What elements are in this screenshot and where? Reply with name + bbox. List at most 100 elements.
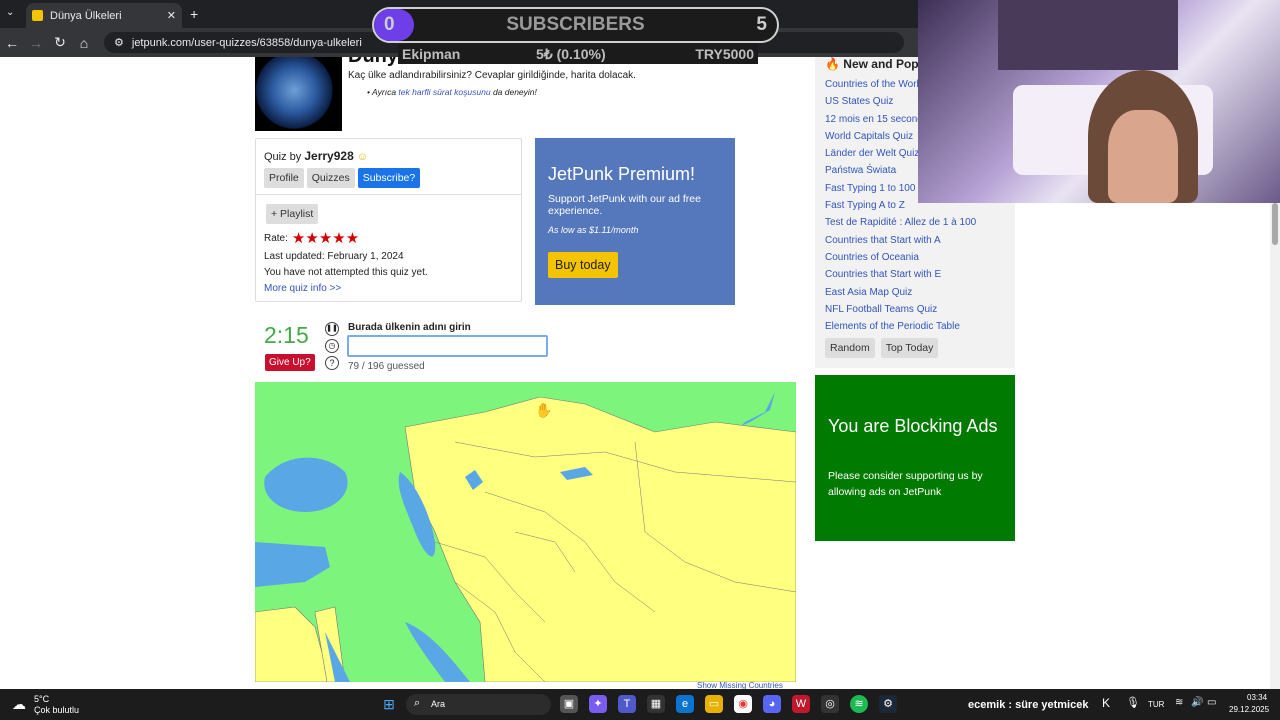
file-explorer-icon[interactable]: ▭: [705, 695, 723, 713]
star-icon[interactable]: ★: [346, 230, 359, 247]
donation-goal-bar: Ekipman 5₺ (0.10%) TRY5000: [398, 44, 758, 64]
clock-icon[interactable]: ◷: [325, 339, 339, 353]
author-link[interactable]: Jerry928: [304, 149, 353, 163]
sidebar-quiz-link[interactable]: Countries that Start with A: [825, 235, 976, 252]
obs-icon[interactable]: ◎: [821, 695, 839, 713]
fire-icon: 🔥: [825, 57, 840, 71]
buy-today-button[interactable]: Buy today: [548, 252, 618, 278]
kick-icon[interactable]: K: [1102, 696, 1110, 710]
give-up-button[interactable]: Give Up?: [265, 354, 315, 371]
profile-button[interactable]: Profile: [264, 168, 304, 188]
pause-icon[interactable]: ❚❚: [325, 322, 339, 336]
chrome-icon[interactable]: ◉: [734, 695, 752, 713]
reload-icon[interactable]: ↻: [48, 34, 72, 51]
clock-date[interactable]: 29.12.2025: [1229, 705, 1269, 714]
task-view-icon[interactable]: ▣: [560, 695, 578, 713]
answer-input[interactable]: [347, 335, 548, 357]
premium-price: As low as $1.11/month: [548, 225, 639, 235]
weather-temp: 5°C: [34, 694, 50, 704]
teams-icon[interactable]: T: [618, 695, 636, 713]
back-icon[interactable]: ←: [0, 35, 24, 51]
wifi-icon[interactable]: ≋: [1175, 697, 1183, 708]
jetpunk-favicon-icon: [32, 10, 43, 21]
steam-icon[interactable]: ⚙: [879, 695, 897, 713]
rate-label: Rate:: [264, 233, 288, 244]
volume-icon[interactable]: 🔊: [1191, 697, 1203, 708]
sidebar-quiz-link[interactable]: Test de Rapidité : Allez de 1 à 100: [825, 217, 976, 234]
microphone-icon[interactable]: 🎙: [1126, 696, 1140, 709]
quiz-instructions: Kaç ülke adlandırabilirsiniz? Cevaplar g…: [348, 70, 636, 81]
now-playing-text: ecemik : süre yetmicek: [968, 699, 1089, 711]
show-missing-link[interactable]: Show Missing Countries: [697, 681, 783, 689]
webcam-posters: [998, 0, 1178, 70]
tip-suffix: da deneyin!: [492, 87, 537, 97]
quiz-byline: Quiz by Jerry928 ☺: [264, 149, 368, 163]
battery-icon[interactable]: ▭: [1207, 697, 1216, 708]
start-icon[interactable]: ⊞: [380, 695, 398, 713]
star-rating[interactable]: ★★★★★: [292, 231, 359, 246]
url-text: jetpunk.com/user-quizzes/63858/dunya-ulk…: [131, 36, 362, 49]
random-button[interactable]: Random: [825, 338, 875, 358]
browser-tab[interactable]: Dünya Ülkeleri ✕: [26, 3, 182, 28]
top-today-button[interactable]: Top Today: [880, 338, 939, 358]
adblock-title: You are Blocking Ads: [828, 416, 998, 436]
star-icon[interactable]: ★: [319, 230, 332, 247]
svg-text:✋: ✋: [535, 402, 552, 419]
more-info-link[interactable]: More quiz info >>: [264, 283, 341, 294]
last-updated: Last updated: February 1, 2024: [264, 251, 404, 262]
guessed-counter: 79 / 196 guessed: [348, 361, 425, 372]
new-tab-icon[interactable]: +: [190, 6, 198, 22]
sidebar-heading-text: New and Popu: [843, 57, 926, 71]
app-w-icon[interactable]: W: [792, 695, 810, 713]
playlist-wrap: + Playlist: [266, 204, 319, 224]
language-indicator[interactable]: TUR: [1148, 700, 1164, 709]
close-tab-icon[interactable]: ✕: [167, 9, 176, 22]
star-icon[interactable]: ★: [332, 230, 345, 247]
sidebar-quiz-link[interactable]: East Asia Map Quiz: [825, 287, 976, 304]
store-icon[interactable]: ▦: [647, 695, 665, 713]
quizzes-button[interactable]: Quizzes: [306, 168, 355, 188]
tip-prefix: Ayrıca: [372, 87, 397, 97]
answer-label: Burada ülkenin adını girin: [348, 322, 471, 333]
adblock-text: Please consider supporting us by allowin…: [828, 470, 983, 498]
tip-link[interactable]: tek harfli sürat koşusunu: [398, 87, 490, 97]
tab-title: Dünya Ülkeleri: [50, 9, 122, 22]
playlist-button[interactable]: + Playlist: [266, 204, 319, 224]
taskbar: ☁ 5°C Çok bulutlu ⊞ ⌕ Ara ▣ ✦ T ▦ e ▭ ◉ …: [0, 689, 1280, 720]
sidebar-quiz-link[interactable]: Elements of the Periodic Table: [825, 321, 976, 338]
sidebar-heading: 🔥 New and Popu: [825, 57, 926, 71]
star-icon[interactable]: ★: [305, 230, 318, 247]
sidebar-quiz-link[interactable]: NFL Football Teams Quiz: [825, 304, 976, 321]
divider: [256, 194, 521, 195]
scrollbar-thumb[interactable]: [1272, 203, 1278, 245]
world-map[interactable]: ✋: [255, 382, 796, 682]
weather-icon[interactable]: ☁: [12, 696, 26, 713]
premium-title: JetPunk Premium!: [548, 164, 696, 184]
sidebar-buttons: Random Top Today: [825, 338, 939, 358]
copilot-icon[interactable]: ✦: [589, 695, 607, 713]
sidebar-quiz-link[interactable]: Countries that Start with E: [825, 269, 976, 286]
home-icon[interactable]: ⌂: [72, 35, 96, 51]
weather-desc: Çok bulutlu: [34, 705, 80, 715]
goal-name: Ekipman: [402, 46, 461, 62]
site-info-icon[interactable]: ⚙: [114, 36, 124, 49]
webcam-face: [1108, 110, 1178, 203]
subscriber-label: SUBSCRIBERS: [506, 14, 645, 35]
taskbar-search[interactable]: ⌕ Ara: [406, 694, 551, 715]
discord-icon[interactable]: ◕: [763, 695, 781, 713]
spotify-icon[interactable]: ≋: [850, 695, 868, 713]
adblock-box: You are Blocking Ads Please consider sup…: [815, 375, 1015, 541]
subscribe-button[interactable]: Subscribe?: [357, 168, 421, 188]
edge-icon[interactable]: e: [676, 695, 694, 713]
clock-time[interactable]: 03:34: [1247, 693, 1267, 702]
subscriber-goal: 5: [756, 14, 767, 35]
mouse-cursor-icon: ✋: [535, 402, 552, 419]
forward-icon[interactable]: →: [24, 35, 48, 51]
star-icon[interactable]: ★: [292, 230, 305, 247]
sidebar-quiz-link[interactable]: Countries of Oceania: [825, 252, 976, 269]
rating-row: Rate: ★★★★★: [264, 231, 359, 246]
tab-search-icon[interactable]: ⌄: [6, 7, 14, 18]
help-icon[interactable]: ?: [325, 356, 339, 370]
attempt-status: You have not attempted this quiz yet.: [264, 267, 428, 278]
quiz-tip: • Ayrıca tek harfli sürat koşusunu da de…: [367, 87, 537, 97]
